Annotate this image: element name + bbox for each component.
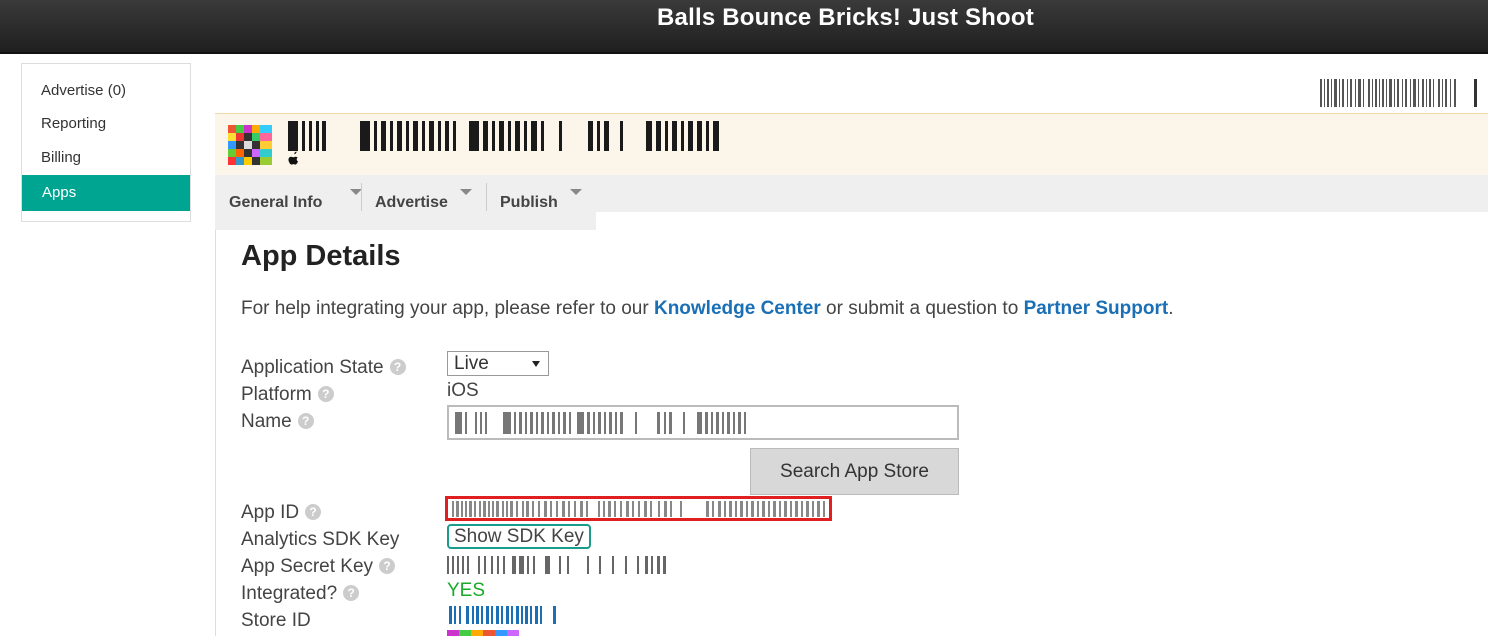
help-text: For help integrating your app, please re… (241, 298, 1173, 320)
tab-advertise-label: Advertise (375, 194, 448, 211)
apple-icon (288, 151, 298, 165)
application-state-value: Live (454, 353, 489, 374)
app-id-value (445, 496, 832, 521)
app-secret-key-label: App Secret Key? (241, 556, 396, 578)
tab-bar-extension (215, 212, 596, 230)
store-id-label: Store ID (241, 610, 311, 631)
redacted-app-secret-key (447, 556, 666, 574)
question-mark-icon[interactable]: ? (297, 413, 314, 429)
divider (1474, 79, 1477, 107)
page-title: App Details (241, 240, 401, 272)
redacted-account-text[interactable] (1320, 79, 1458, 107)
tab-divider (361, 183, 362, 211)
tab-bar: General Info Advertise Publish (215, 175, 1488, 212)
question-mark-icon[interactable]: ? (389, 359, 406, 375)
platform-text: Platform (241, 384, 312, 405)
redacted-app-name (288, 121, 719, 151)
content-border (215, 230, 216, 636)
application-state-select[interactable]: Live (447, 351, 549, 376)
sidebar-item-billing[interactable]: Billing (22, 141, 190, 175)
app-secret-key-text: App Secret Key (241, 556, 374, 577)
help-suffix: . (1168, 298, 1174, 319)
app-store-icon (447, 630, 519, 636)
help-prefix: For help integrating your app, please re… (241, 298, 654, 319)
redacted-name-value (455, 412, 746, 434)
sidebar-item-apps[interactable]: Apps (22, 175, 190, 211)
integrated-value: YES (447, 580, 486, 601)
app-title: Balls Bounce Bricks! Just Shoot (657, 4, 1034, 31)
dropdown-arrow-icon (532, 361, 540, 367)
caret-down-icon (460, 189, 472, 195)
redacted-app-id (452, 501, 825, 517)
application-state-text: Application State (241, 357, 384, 378)
app-header (215, 113, 1488, 177)
sidebar: Advertise (0) Reporting Billing Apps (21, 63, 191, 222)
name-label: Name? (241, 411, 314, 433)
question-mark-icon[interactable]: ? (317, 386, 334, 402)
knowledge-center-link[interactable]: Knowledge Center (654, 298, 821, 319)
sidebar-item-advertise[interactable]: Advertise (0) (22, 74, 190, 108)
app-id-label: App ID? (241, 502, 322, 524)
analytics-sdk-key-label: Analytics SDK Key (241, 529, 400, 550)
tab-general-info-label: General Info (229, 194, 323, 211)
redacted-store-id-link[interactable] (449, 606, 556, 624)
name-text: Name (241, 411, 292, 432)
question-mark-icon[interactable]: ? (305, 504, 322, 520)
caret-down-icon (570, 189, 582, 195)
question-mark-icon[interactable]: ? (379, 558, 396, 574)
show-sdk-key-button[interactable]: Show SDK Key (447, 524, 591, 549)
platform-label: Platform? (241, 384, 334, 406)
integrated-text: Integrated? (241, 583, 338, 604)
app-id-text: App ID (241, 502, 300, 523)
top-bar: Balls Bounce Bricks! Just Shoot (0, 0, 1488, 54)
tab-divider (486, 183, 487, 211)
name-input[interactable] (447, 405, 959, 440)
application-state-label: Application State? (241, 357, 406, 379)
sidebar-item-reporting[interactable]: Reporting (22, 107, 190, 141)
app-icon (228, 125, 272, 165)
platform-value: iOS (447, 380, 479, 401)
integrated-label: Integrated?? (241, 583, 360, 605)
search-app-store-button[interactable]: Search App Store (750, 448, 959, 495)
tab-publish-label: Publish (500, 194, 558, 211)
help-middle: or submit a question to (820, 298, 1024, 319)
question-mark-icon[interactable]: ? (343, 585, 360, 601)
partner-support-link[interactable]: Partner Support (1024, 298, 1169, 319)
